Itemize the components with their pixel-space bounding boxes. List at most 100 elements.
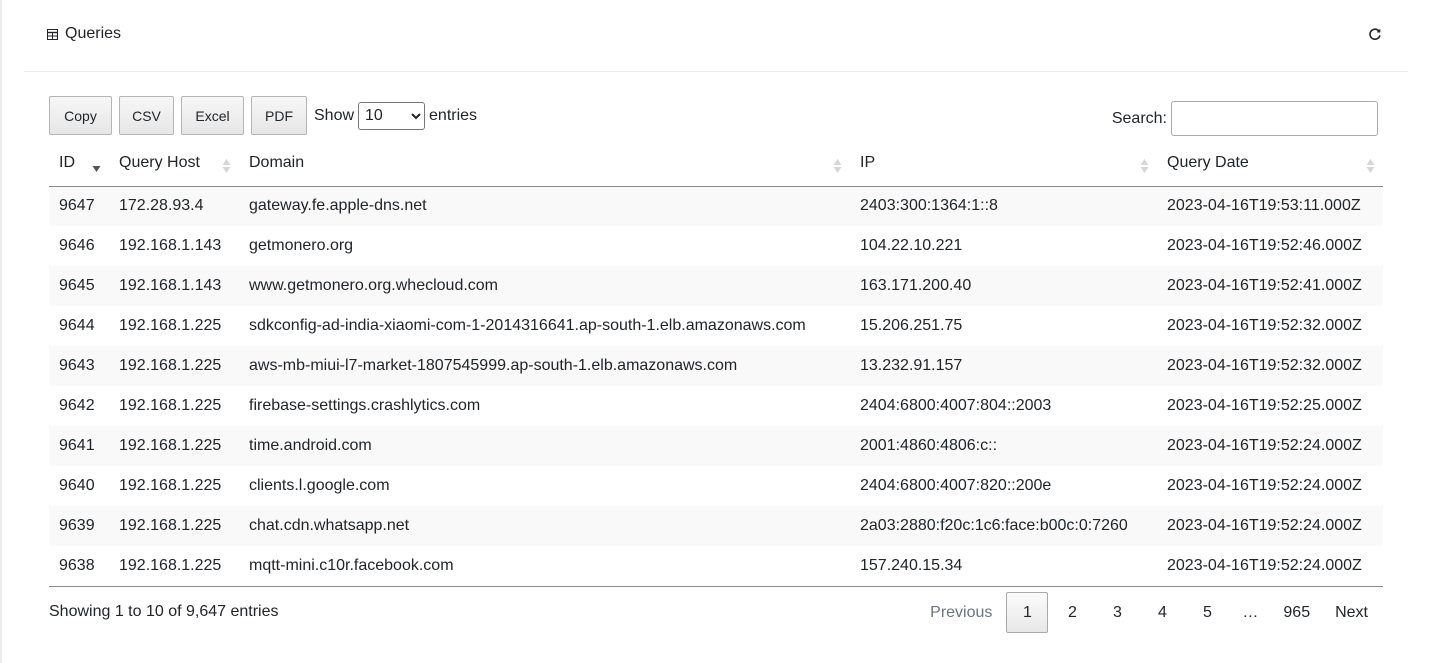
column-header-label: Query Date (1167, 153, 1249, 171)
table-row: 9641 192.168.1.225 time.android.com 2001… (49, 426, 1383, 466)
page-button-5[interactable]: 5 (1186, 592, 1228, 633)
table-info: Showing 1 to 10 of 9,647 entries (49, 603, 279, 620)
previous-button[interactable]: Previous (919, 592, 1003, 633)
column-header-query-date[interactable]: Query Date (1157, 142, 1383, 187)
cell-domain: aws-mb-miui-l7-market-1807545999.ap-sout… (239, 346, 850, 386)
table-row: 9638 192.168.1.225 mqtt-mini.c10r.facebo… (49, 546, 1383, 587)
cell-ip: 104.22.10.221 (860, 237, 963, 254)
cell-id: 9646 (59, 237, 95, 254)
page-button-last[interactable]: 965 (1272, 592, 1321, 633)
table-row: 9645 192.168.1.143 www.getmonero.org.whe… (49, 266, 1383, 306)
page-length: Show 10 entries (314, 101, 478, 130)
cell-domain: sdkconfig-ad-india-xiaomi-com-1-20143166… (249, 317, 806, 334)
column-header-query-host[interactable]: Query Host (109, 142, 239, 187)
cell-domain: getmonero.org (249, 237, 354, 254)
queries-panel: Queries Copy CSV Excel PDF Show 10 entri… (24, 0, 1408, 663)
sort-icon (833, 157, 842, 175)
cell-id: 9647 (49, 186, 109, 226)
cell-query-date: 2023-04-16T19:52:24.000Z (1157, 426, 1383, 466)
cell-query-date: 2023-04-16T19:52:24.000Z (1157, 506, 1383, 546)
table-row: 9639 192.168.1.225 chat.cdn.whatsapp.net… (49, 506, 1383, 546)
column-header-label: ID (59, 153, 75, 171)
pagination: Previous 1 2 3 4 5 … 965 Next (916, 592, 1383, 633)
sort-icon (1140, 157, 1149, 175)
cell-query-date: 2023-04-16T19:53:11.000Z (1157, 186, 1383, 226)
cell-id: 9644 (59, 317, 95, 334)
cell-domain: gateway.fe.apple-dns.net (239, 186, 850, 226)
left-border (0, 0, 2, 663)
sort-icon (1366, 157, 1375, 175)
column-header-label: Query Host (119, 153, 200, 171)
cell-domain: firebase-settings.crashlytics.com (249, 397, 481, 414)
cell-query-date: 2023-04-16T19:52:25.000Z (1167, 397, 1362, 414)
csv-button[interactable]: CSV (119, 96, 174, 135)
pdf-button[interactable]: PDF (251, 96, 307, 135)
cell-id: 9640 (59, 477, 95, 494)
cell-ip: 15.206.251.75 (860, 317, 963, 334)
column-header-ip[interactable]: IP (850, 142, 1157, 187)
table-row: 9643 192.168.1.225 aws-mb-miui-l7-market… (49, 346, 1383, 386)
cell-ip: 2404:6800:4007:820::200e (860, 477, 1052, 494)
column-header-domain[interactable]: Domain (239, 142, 850, 187)
refresh-icon[interactable] (1367, 26, 1383, 42)
cell-query-host: 192.168.1.225 (119, 397, 222, 414)
table-row: 9642 192.168.1.225 firebase-settings.cra… (49, 386, 1383, 426)
page-length-select[interactable]: 10 (358, 101, 426, 130)
cell-query-host: 192.168.1.225 (109, 346, 239, 386)
cell-id: 9643 (49, 346, 109, 386)
cell-query-host: 192.168.1.225 (109, 546, 239, 587)
length-prefix: Show (314, 106, 355, 124)
page-button-3[interactable]: 3 (1096, 592, 1138, 633)
panel-title-text: Queries (65, 25, 122, 42)
queries-table: ID Query Host Domain IP Query Date 9647 … (49, 142, 1383, 587)
cell-query-date: 2023-04-16T19:52:32.000Z (1157, 346, 1383, 386)
search-box: Search: (1112, 101, 1378, 136)
table-toolbar: Copy CSV Excel PDF Show 10 entries Searc… (49, 96, 1383, 136)
table-row: 9640 192.168.1.225 clients.l.google.com … (49, 466, 1383, 506)
length-suffix: entries (429, 106, 478, 124)
table-row: 9644 192.168.1.225 sdkconfig-ad-india-xi… (49, 306, 1383, 346)
cell-id: 9639 (49, 506, 109, 546)
panel-header: Queries (24, 0, 1408, 72)
table-icon (47, 28, 58, 40)
page-button-1[interactable]: 1 (1006, 592, 1049, 633)
cell-query-host: 192.168.1.225 (109, 426, 239, 466)
cell-domain: time.android.com (239, 426, 850, 466)
column-header-label: Domain (249, 153, 305, 171)
cell-ip: 2a03:2880:f20c:1c6:face:b00c:0:7260 (850, 506, 1157, 546)
cell-query-host: 192.168.1.143 (119, 237, 222, 254)
header-row: ID Query Host Domain IP Query Date (49, 142, 1383, 187)
copy-button[interactable]: Copy (49, 96, 112, 135)
table-row: 9646 192.168.1.143 getmonero.org 104.22.… (49, 226, 1383, 266)
cell-query-date: 2023-04-16T19:52:41.000Z (1157, 266, 1383, 306)
cell-id: 9638 (49, 546, 109, 587)
cell-id: 9642 (59, 397, 95, 414)
excel-button[interactable]: Excel (181, 96, 244, 135)
cell-query-host: 192.168.1.143 (109, 266, 239, 306)
page-button-2[interactable]: 2 (1051, 592, 1093, 633)
cell-query-date: 2023-04-16T19:52:46.000Z (1167, 237, 1362, 254)
sort-descending-icon (92, 157, 101, 175)
cell-query-host: 192.168.1.225 (109, 506, 239, 546)
search-label: Search: (1111, 109, 1167, 127)
cell-query-host: 172.28.93.4 (109, 186, 239, 226)
sort-icon (222, 157, 231, 175)
search-input[interactable] (1171, 101, 1378, 136)
page-button-4[interactable]: 4 (1141, 592, 1183, 633)
next-button[interactable]: Next (1324, 592, 1383, 633)
column-header-id[interactable]: ID (49, 142, 109, 187)
cell-query-host: 192.168.1.225 (119, 317, 222, 334)
panel-title: Queries (47, 25, 121, 43)
cell-query-date: 2023-04-16T19:52:24.000Z (1157, 546, 1383, 587)
cell-domain: www.getmonero.org.whecloud.com (239, 266, 850, 306)
pagination-ellipsis: … (1242, 603, 1259, 621)
cell-ip: 2404:6800:4007:804::2003 (860, 397, 1052, 414)
cell-domain: clients.l.google.com (249, 477, 390, 494)
cell-ip: 2001:4860:4806:c:: (850, 426, 1157, 466)
cell-query-host: 192.168.1.225 (119, 477, 222, 494)
cell-ip: 13.232.91.157 (850, 346, 1157, 386)
cell-query-date: 2023-04-16T19:52:32.000Z (1167, 317, 1362, 334)
cell-domain: chat.cdn.whatsapp.net (239, 506, 850, 546)
cell-id: 9641 (49, 426, 109, 466)
table-row: 9647 172.28.93.4 gateway.fe.apple-dns.ne… (49, 186, 1383, 226)
